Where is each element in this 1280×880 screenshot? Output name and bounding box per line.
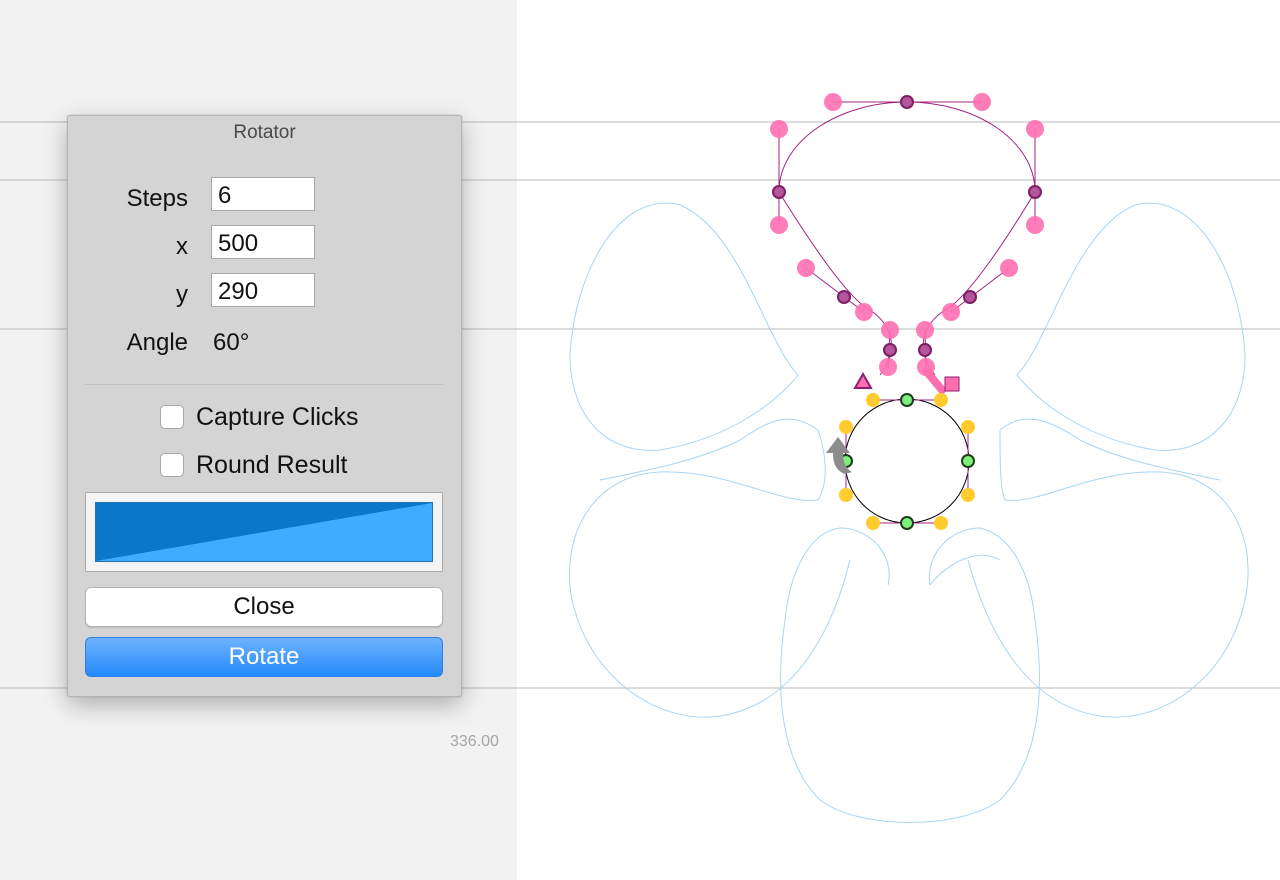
color-well-swatch[interactable] [95,502,433,562]
rotate-button[interactable]: Rotate [85,637,443,677]
off-curve-point[interactable] [866,393,880,407]
rotator-panel[interactable]: Rotator Steps x y Angle 60° Capture Clic… [67,115,462,697]
on-curve-point[interactable] [772,185,786,199]
circle-off-curve-points[interactable] [839,393,975,530]
off-curve-point[interactable] [770,216,788,234]
panel-title: Rotator [233,122,296,143]
steps-label: Steps [126,185,188,212]
off-curve-point[interactable] [839,420,853,434]
handle-lines [778,101,1036,369]
off-curve-point[interactable] [973,93,991,111]
on-curve-point[interactable] [900,516,914,530]
ghost-petal-bottom [780,527,1040,823]
on-curve-point[interactable] [963,290,977,304]
off-curve-point[interactable] [1000,259,1018,277]
on-curve-point[interactable] [883,343,897,357]
end-point-square-icon[interactable] [944,376,960,392]
ghost-petal-upper-right [1016,202,1246,451]
ghost-petal-right-top [999,418,1221,481]
x-input[interactable] [211,225,315,259]
off-curve-point[interactable] [1026,216,1044,234]
ghost-petal-left-lower [568,429,851,718]
on-curve-point[interactable] [918,343,932,357]
off-curve-point[interactable] [866,516,880,530]
panel-divider [85,384,443,385]
off-curve-point[interactable] [824,93,842,111]
off-curve-point[interactable] [797,259,815,277]
close-button[interactable]: Close [85,587,443,627]
circle-handles [845,399,969,524]
glyph-petal-outline[interactable] [778,101,1036,376]
off-curve-point[interactable] [961,420,975,434]
circle-contour[interactable] [826,393,975,530]
on-curve-points[interactable] [772,95,1042,357]
off-curve-point[interactable] [770,120,788,138]
round-result-label[interactable]: Round Result [196,451,347,480]
capture-clicks-checkbox[interactable] [160,405,184,429]
ghost-petal-right-arm [967,429,1249,718]
on-curve-point[interactable] [900,393,914,407]
color-well[interactable] [85,492,443,572]
steps-input[interactable] [211,177,315,211]
y-input[interactable] [211,273,315,307]
coordinate-readout: 336.00 [450,733,499,750]
ghost-petal-bottom-right-join [929,554,1001,586]
y-label: y [176,281,188,308]
glyph-contour[interactable] [770,93,1044,394]
off-curve-point[interactable] [934,516,948,530]
x-label: x [176,233,188,260]
circle-outline[interactable] [844,398,970,524]
off-curve-point[interactable] [934,393,948,407]
off-curve-point[interactable] [839,488,853,502]
circle-on-curve-points[interactable] [839,393,975,530]
off-curve-point[interactable] [1026,120,1044,138]
off-curve-point[interactable] [916,321,934,339]
capture-clicks-label[interactable]: Capture Clicks [196,403,359,432]
off-curve-point[interactable] [881,321,899,339]
on-curve-point[interactable] [900,95,914,109]
round-result-checkbox[interactable] [160,453,184,477]
off-curve-point[interactable] [961,488,975,502]
off-curve-point[interactable] [855,303,873,321]
start-point-triangle-icon[interactable] [853,371,873,389]
on-curve-point[interactable] [1028,185,1042,199]
ghost-petal-upper-left [569,202,799,451]
angle-label: Angle [126,329,188,356]
off-curve-point[interactable] [942,303,960,321]
off-curve-point[interactable] [879,358,897,376]
angle-value: 60° [213,329,250,356]
ghost-petals [568,202,1249,823]
on-curve-point[interactable] [837,290,851,304]
on-curve-point[interactable] [961,454,975,468]
ghost-petal-left-arm [599,418,819,481]
